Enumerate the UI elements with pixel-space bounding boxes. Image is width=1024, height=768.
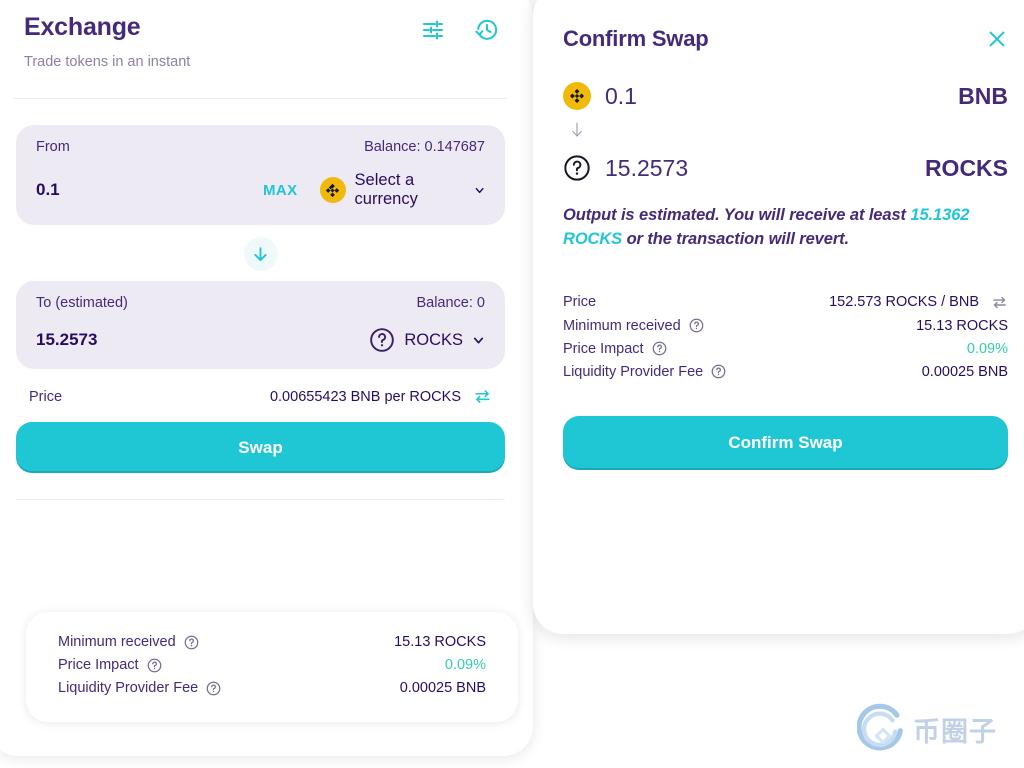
- swap-summary-card: Minimum received 15.13 ROCKS Price Impac…: [26, 612, 518, 722]
- unknown-token-question-icon: [369, 327, 395, 353]
- estimate-note-part1: Output is estimated. You will receive at…: [563, 206, 910, 224]
- modal-from-row: 0.1 BNB: [563, 82, 1008, 110]
- summary-row: Minimum received 15.13 ROCKS: [58, 634, 486, 650]
- watermark-logo-icon: [857, 703, 909, 755]
- from-balance: Balance: 0.147687: [364, 139, 485, 155]
- minimum-received-value: 15.13 ROCKS: [394, 634, 486, 650]
- modal-minimum-received-label: Minimum received: [563, 318, 681, 334]
- from-amount-input[interactable]: [36, 180, 263, 200]
- modal-price-impact-value: 0.09%: [967, 341, 1008, 357]
- detail-row: Price Impact 0.09%: [563, 341, 1008, 357]
- switch-tokens-button[interactable]: [244, 237, 278, 271]
- exchange-body: From Balance: 0.147687 MAX: [0, 99, 533, 500]
- close-icon[interactable]: [986, 28, 1008, 50]
- price-label: Price: [29, 389, 62, 405]
- modal-header: Confirm Swap: [563, 26, 1008, 52]
- from-label: From: [36, 139, 70, 155]
- modal-liquidity-provider-fee-label: Liquidity Provider Fee: [563, 364, 703, 380]
- price-value: 0.00655423 BNB per ROCKS: [270, 389, 461, 405]
- watermark: 币圈子: [857, 700, 1012, 758]
- estimate-note-part2: or the transaction will revert.: [622, 230, 849, 248]
- to-label: To (estimated): [36, 295, 128, 311]
- header-actions: [421, 18, 499, 42]
- modal-to-amount: 15.2573: [605, 155, 688, 182]
- detail-row: Price 152.573 ROCKS / BNB: [563, 294, 1008, 311]
- unknown-token-question-icon: [563, 154, 591, 182]
- modal-to-symbol: ROCKS: [925, 155, 1008, 182]
- bnb-token-icon: [563, 82, 591, 110]
- modal-title: Confirm Swap: [563, 26, 709, 52]
- help-icon[interactable]: [184, 635, 199, 650]
- price-impact-label: Price Impact: [58, 657, 139, 673]
- to-currency-label: ROCKS: [404, 331, 463, 350]
- to-balance: Balance: 0: [416, 295, 485, 311]
- modal-from-symbol: BNB: [958, 83, 1008, 110]
- arrow-down-icon: [251, 245, 270, 264]
- modal-from-amount: 0.1: [605, 83, 637, 110]
- chevron-down-icon: [474, 184, 485, 197]
- minimum-received-label: Minimum received: [58, 634, 176, 650]
- app-root: Exchange Trade tokens in an instant: [0, 0, 1024, 768]
- max-button[interactable]: MAX: [263, 182, 298, 199]
- help-icon[interactable]: [689, 318, 704, 333]
- help-icon[interactable]: [147, 658, 162, 673]
- detail-row: Minimum received 15.13 ROCKS: [563, 318, 1008, 334]
- help-icon[interactable]: [652, 341, 667, 356]
- summary-row: Price Impact 0.09%: [58, 657, 486, 673]
- modal-price-impact-label: Price Impact: [563, 341, 644, 357]
- modal-minimum-received-value: 15.13 ROCKS: [916, 318, 1008, 334]
- to-currency-select[interactable]: ROCKS: [369, 327, 485, 353]
- help-icon[interactable]: [206, 681, 221, 696]
- from-currency-select[interactable]: Select a currency: [320, 171, 485, 209]
- modal-details: Price 152.573 ROCKS / BNB Minimum receiv…: [563, 294, 1008, 380]
- confirm-swap-modal: Confirm Swap 0.1 BNB: [533, 0, 1024, 634]
- from-token-panel: From Balance: 0.147687 MAX: [16, 125, 505, 225]
- exchange-header: Exchange Trade tokens in an instant: [0, 0, 533, 88]
- help-icon[interactable]: [711, 364, 726, 379]
- confirm-swap-button[interactable]: Confirm Swap: [563, 416, 1008, 470]
- summary-row: Liquidity Provider Fee 0.00025 BNB: [58, 680, 486, 696]
- price-row: Price 0.00655423 BNB per ROCKS: [16, 369, 505, 422]
- liquidity-provider-fee-label: Liquidity Provider Fee: [58, 680, 198, 696]
- output-estimate-note: Output is estimated. You will receive at…: [563, 204, 1008, 252]
- footer-divider: [16, 499, 505, 500]
- watermark-text: 币圈子: [913, 710, 997, 749]
- chevron-down-icon: [472, 334, 485, 347]
- arrow-down-icon: [568, 120, 586, 140]
- detail-row: Liquidity Provider Fee 0.00025 BNB: [563, 364, 1008, 380]
- modal-price-label: Price: [563, 294, 596, 310]
- page-subtitle: Trade tokens in an instant: [24, 54, 497, 70]
- to-amount-input[interactable]: [36, 330, 369, 350]
- switch-tokens-row: [16, 225, 505, 281]
- swap-button[interactable]: Swap: [16, 422, 505, 473]
- swap-direction-icon[interactable]: [473, 387, 492, 406]
- settings-sliders-icon[interactable]: [421, 18, 445, 42]
- from-currency-label: Select a currency: [355, 171, 465, 209]
- modal-liquidity-provider-fee-value: 0.00025 BNB: [922, 364, 1008, 380]
- liquidity-provider-fee-value: 0.00025 BNB: [400, 680, 486, 696]
- modal-price-value: 152.573 ROCKS / BNB: [829, 294, 979, 310]
- swap-direction-icon[interactable]: [991, 294, 1008, 311]
- price-impact-value: 0.09%: [445, 657, 486, 673]
- to-token-panel: To (estimated) Balance: 0 ROCKS: [16, 281, 505, 369]
- history-clock-icon[interactable]: [475, 18, 499, 42]
- bnb-token-icon: [320, 177, 346, 203]
- modal-to-row: 15.2573 ROCKS: [563, 154, 1008, 182]
